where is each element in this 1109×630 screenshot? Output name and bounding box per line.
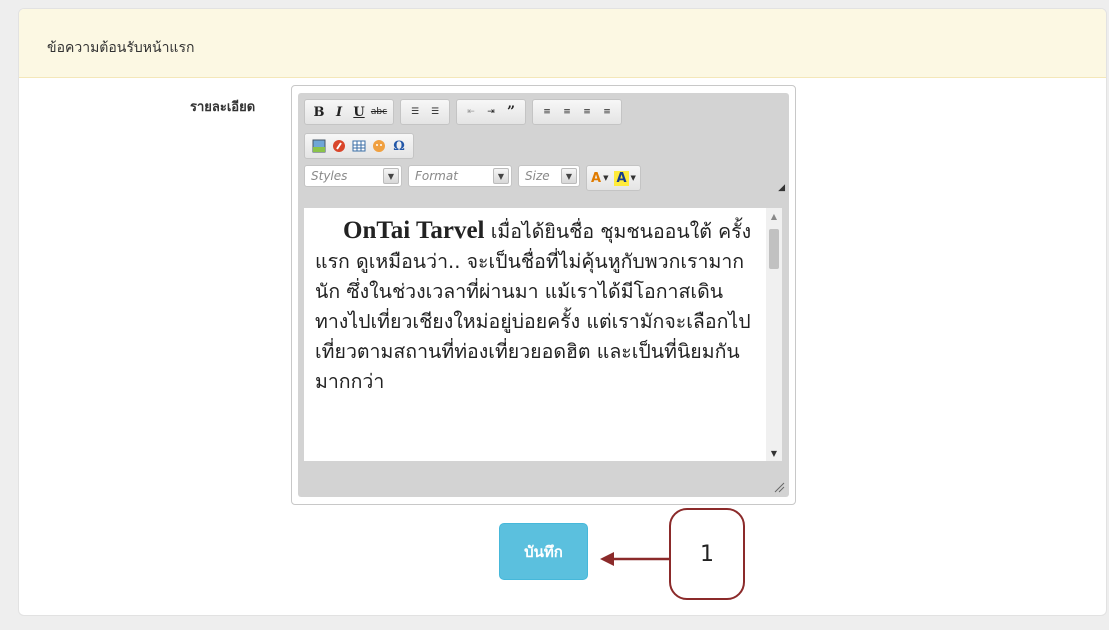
bg-color-button[interactable]: A ▼ [614,170,636,186]
collapse-toolbar-icon[interactable]: ◢ [778,183,785,193]
scrollbar[interactable]: ▲ ▼ [766,208,782,461]
italic-button[interactable]: I [329,102,349,122]
scroll-thumb[interactable] [769,229,779,269]
styles-dropdown[interactable]: Styles ▼ [304,165,402,187]
styles-label: Styles [311,169,348,183]
chevron-down-icon: ▼ [383,168,399,184]
toolbar-row-3: Styles ▼ Format ▼ Size ▼ A ▼ A ▼ [304,165,641,191]
content-lead: OnTai Tarvel [343,217,485,244]
toolbar-row-2: Ω [304,133,414,159]
flash-icon[interactable] [329,136,349,156]
size-dropdown[interactable]: Size ▼ [518,165,580,187]
numbered-list-icon[interactable]: ☰ [405,102,425,122]
editor-content[interactable]: OnTai Tarvel เมื่อได้ยินชื่อ ชุมชนออนใต้… [304,208,782,461]
indent-icon[interactable]: ⇥ [481,102,501,122]
content-text: OnTai Tarvel เมื่อได้ยินชื่อ ชุมชนออนใต้… [304,208,782,397]
underline-button[interactable]: U [349,102,369,122]
color-group: A ▼ A ▼ [586,165,641,191]
text-style-group: B I U abc [304,99,394,125]
save-button[interactable]: บันทึก [499,523,588,580]
scroll-up-icon[interactable]: ▲ [766,208,782,224]
text-color-label: A [591,170,602,186]
toolbar-row-1: B I U abc ☰ ☰ ⇤ ⇥ ” ≡ ≡ ≡ ≡ [304,99,622,125]
align-right-icon[interactable]: ≡ [577,102,597,122]
step-callout: 1 [669,508,745,600]
indent-group: ⇤ ⇥ ” [456,99,526,125]
chevron-down-icon: ▼ [561,168,577,184]
outdent-icon[interactable]: ⇤ [461,102,481,122]
content-body: เมื่อได้ยินชื่อ ชุมชนออนใต้ ครั้งแรก ดูเ… [315,220,752,393]
align-left-icon[interactable]: ≡ [537,102,557,122]
caret-icon: ▼ [603,174,609,182]
panel-title: ข้อความต้อนรับหน้าแรก [19,9,1106,78]
chevron-down-icon: ▼ [493,168,509,184]
special-char-icon[interactable]: Ω [389,136,409,156]
size-label: Size [525,169,550,183]
text-color-button[interactable]: A ▼ [591,171,608,186]
insert-group: Ω [304,133,414,159]
strike-button[interactable]: abc [369,102,389,122]
blockquote-icon[interactable]: ” [501,102,521,122]
format-label: Format [415,169,458,183]
editor-chrome: B I U abc ☰ ☰ ⇤ ⇥ ” ≡ ≡ ≡ ≡ Ω Styles ▼ F… [298,93,789,497]
smiley-icon[interactable] [369,136,389,156]
table-icon[interactable] [349,136,369,156]
align-center-icon[interactable]: ≡ [557,102,577,122]
bold-button[interactable]: B [309,102,329,122]
caret-icon: ▼ [630,174,636,182]
image-icon[interactable] [309,136,329,156]
bullet-list-icon[interactable]: ☰ [425,102,445,122]
scroll-down-icon[interactable]: ▼ [766,445,782,461]
rich-text-editor: B I U abc ☰ ☰ ⇤ ⇥ ” ≡ ≡ ≡ ≡ Ω Styles ▼ F… [291,85,796,505]
details-label: รายละเอียด [190,100,256,115]
align-justify-icon[interactable]: ≡ [597,102,617,122]
align-group: ≡ ≡ ≡ ≡ [532,99,622,125]
resize-grip-icon[interactable] [773,481,785,493]
bg-color-label: A [614,170,629,186]
format-dropdown[interactable]: Format ▼ [408,165,512,187]
list-group: ☰ ☰ [400,99,450,125]
callout-arrow-icon [600,552,670,566]
